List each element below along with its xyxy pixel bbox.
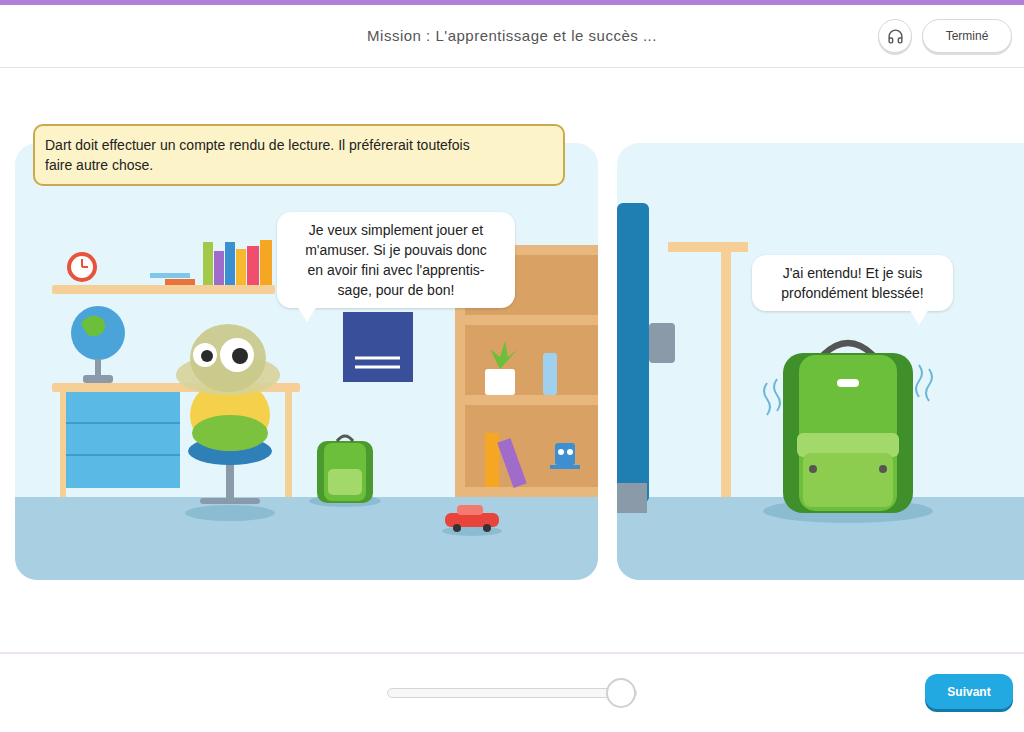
room-illustration: [15, 143, 598, 580]
done-button[interactable]: Terminé: [922, 19, 1012, 53]
speech-bubble: Je veux simplement jouer etm'amuser. Si …: [277, 212, 515, 308]
caption-box: Dart doit effectuer un compte rendu de l…: [33, 124, 565, 186]
speech-bubble: J'ai entendu! Et je suisprofondément ble…: [752, 255, 953, 311]
headphones-icon: [887, 28, 904, 45]
footer: Suivant: [0, 652, 1024, 732]
mission-title: Mission : L'apprentissage et le succès .…: [0, 25, 1024, 48]
slider-knob[interactable]: [606, 678, 636, 708]
comic-panel: Dart doit effectuer un compte rendu de l…: [15, 143, 598, 580]
audio-button[interactable]: [878, 19, 912, 53]
comic-panel: J'ai entendu! Et je suisprofondément ble…: [617, 143, 1024, 580]
comic-area: Dart doit effectuer un compte rendu de l…: [0, 68, 1024, 652]
progress-slider[interactable]: [387, 688, 637, 698]
header: Mission : L'apprentissage et le succès .…: [0, 5, 1024, 68]
next-button[interactable]: Suivant: [925, 674, 1013, 709]
backpack-illustration: [617, 143, 1024, 580]
app: Mission : L'apprentissage et le succès .…: [0, 0, 1024, 732]
